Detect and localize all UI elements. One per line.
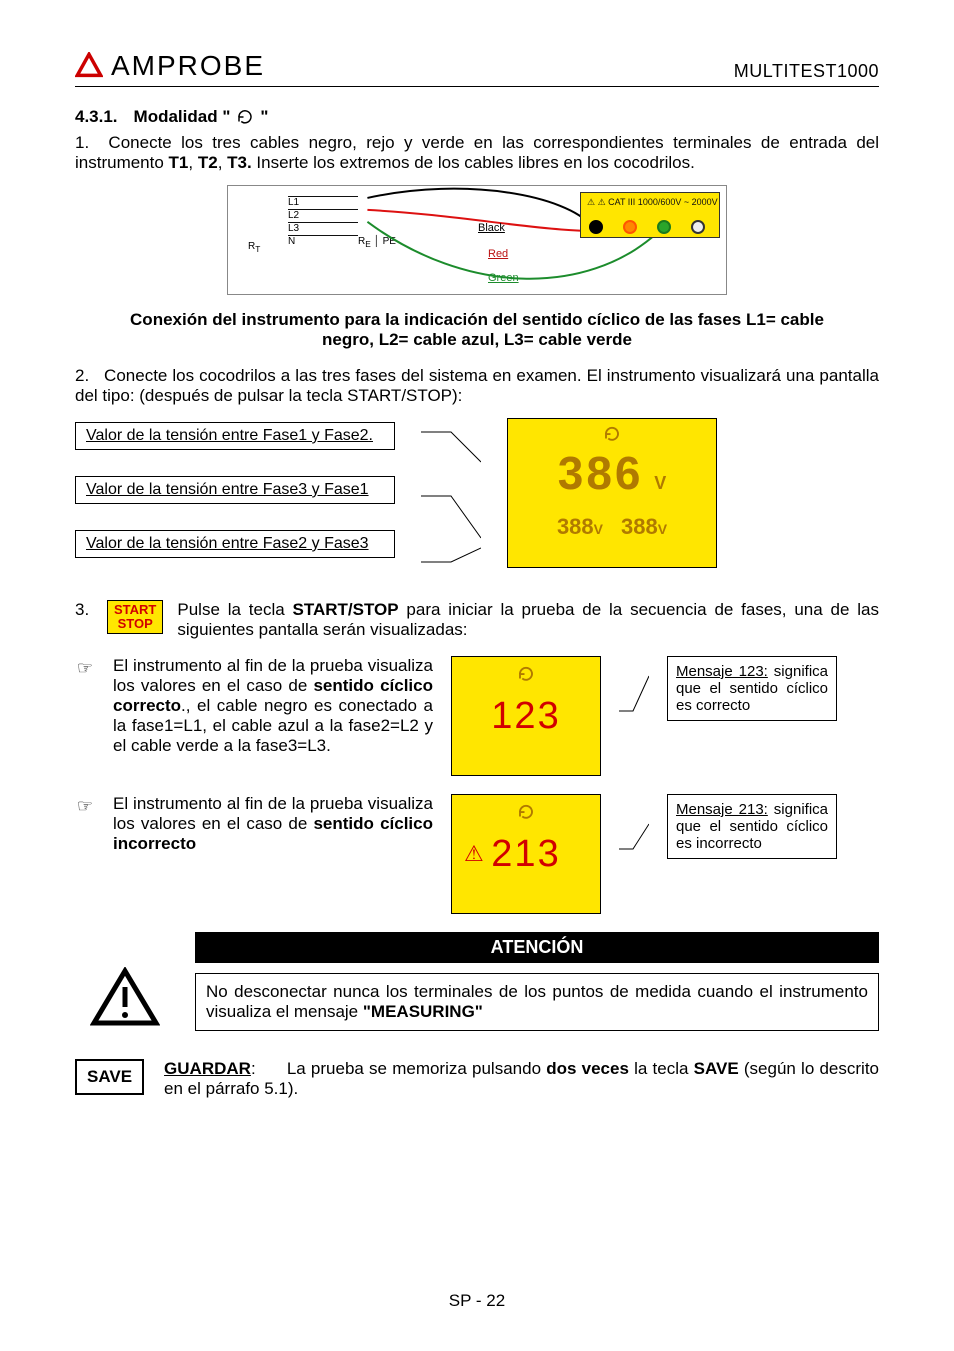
connector-123 (619, 656, 649, 776)
terminal-t1: T1 (169, 153, 189, 172)
lcd-v23: 388 (621, 514, 658, 539)
lcd-213-value: 213 (491, 833, 560, 876)
wire-label-green: Green (488, 272, 519, 284)
pointing-hand-icon-2: ☞ (75, 796, 95, 817)
msg-213-title: Mensaje 213: (676, 801, 768, 818)
lcd-u23: V (658, 521, 667, 537)
result-incorrect-text: El instrumento al fin de la prueba visua… (113, 794, 433, 854)
attention-section: ATENCIÓN No desconectar nunca los termin… (75, 932, 879, 1037)
wire-label-red: Red (488, 248, 508, 260)
label-v12-text: Valor de la tensión entre Fase1 y Fase2 (86, 427, 369, 444)
step-3-number: 3. (75, 600, 93, 620)
socket-t1-icon (589, 220, 603, 234)
save-colon: : (251, 1059, 256, 1078)
sep1: , (188, 153, 197, 172)
brand-text: AMPROBE (111, 50, 265, 82)
socket-t4-icon (691, 220, 705, 234)
attention-warning-icon (75, 967, 175, 1037)
step-2-number: 2. (75, 366, 99, 386)
voltage-block: Valor de la tensión entre Fase1 y Fase2.… (75, 418, 879, 578)
label-v23: Valor de la tensión entre Fase2 y Fase3 (75, 530, 395, 558)
socket-t2-icon (623, 220, 637, 234)
save-body-d: SAVE (694, 1059, 739, 1078)
label-v31: Valor de la tensión entre Fase3 y Fase1 (75, 476, 395, 504)
caption-line1a: Conexión del instrumento para la indicac… (130, 310, 746, 329)
attention-text: No desconectar nunca los terminales de l… (195, 973, 879, 1031)
section-title-prefix: Modalidad " (134, 107, 231, 127)
connector-213-icon (619, 794, 649, 914)
step-3-text-b: START/STOP (293, 600, 399, 619)
step-3-text-a: Pulse la tecla (177, 600, 292, 619)
device-panel: ⚠ ⚠ CAT III 1000/600V ~ 2000V (580, 192, 720, 238)
lcd-123-value: 123 (491, 695, 560, 738)
label-v12: Valor de la tensión entre Fase1 y Fase2. (75, 422, 395, 450)
attention-body: No desconectar nunca los terminales de l… (75, 967, 879, 1037)
step-3-text: Pulse la tecla START/STOP para iniciar l… (177, 600, 879, 640)
save-label: GUARDAR (164, 1059, 251, 1078)
lcd-123-cycle-icon (517, 665, 535, 688)
socket-t3-icon (657, 220, 671, 234)
lcd-big-value: 386 (558, 447, 644, 499)
result-correct-block: ☞ El instrumento al fin de la prueba vis… (75, 656, 879, 776)
lcd-123-display: 123 (451, 656, 601, 776)
result-correct-text: El instrumento al fin de la prueba visua… (113, 656, 433, 756)
message-123-box: Mensaje 123: significa que el sentido cí… (667, 656, 837, 721)
terminal-t3: T3. (227, 153, 252, 172)
step-3: 3. START STOP Pulse la tecla START/STOP … (75, 600, 879, 640)
save-row: SAVE GUARDAR: La prueba se memoriza puls… (75, 1059, 879, 1099)
attention-title: ATENCIÓN (195, 932, 879, 963)
lcd-cycle-icon (603, 425, 621, 448)
start-label: START (114, 603, 156, 617)
pointing-hand-icon: ☞ (75, 658, 95, 679)
step-1: 1. Conecte los tres cables negro, rejo y… (75, 133, 879, 173)
terminal-t2: T2 (198, 153, 218, 172)
lcd-u31: V (594, 521, 603, 537)
save-body-b: dos veces (546, 1059, 629, 1078)
lcd-big-unit: V (654, 473, 666, 493)
cycle-icon (236, 108, 254, 126)
message-213-box: Mensaje 213: significa que el sentido cí… (667, 794, 837, 859)
lcd-row2: 388V 388V (557, 514, 667, 540)
sep2: , (218, 153, 227, 172)
step-2-text: Conecte los cocodrilos a las tres fases … (75, 366, 879, 405)
section-number: 4.3.1. (75, 107, 118, 127)
connector-lines (421, 418, 481, 578)
save-body: GUARDAR: La prueba se memoriza pulsando … (164, 1059, 879, 1099)
step-1-number: 1. (75, 133, 99, 153)
caption-line1b: L1= cable (746, 310, 824, 329)
lcd-main-display: 386 V 388V 388V (507, 418, 717, 568)
lcd-213-display: ⚠ 213 (451, 794, 601, 914)
voltage-labels-column: Valor de la tensión entre Fase1 y Fase2.… (75, 418, 395, 558)
section-title-suffix: " (260, 107, 268, 127)
product-name: MULTITEST1000 (734, 61, 879, 82)
msg-123-title: Mensaje 123: (676, 663, 768, 680)
connector-lines-icon (421, 418, 481, 578)
attention-text-b: "MEASURING" (363, 1002, 483, 1021)
stop-label: STOP (114, 617, 156, 631)
save-body-a: La prueba se memoriza pulsando (287, 1059, 546, 1078)
device-warning-text: ⚠ ⚠ CAT III 1000/600V ~ 2000V (587, 197, 718, 208)
page-footer: SP - 22 (0, 1291, 954, 1311)
start-stop-button[interactable]: START STOP (107, 600, 163, 634)
attention-text-a: No desconectar nunca los terminales de l… (206, 982, 868, 1021)
connection-diagram-wrap: L1 L2 L3 N RT RE │ PE Black Red Green ⚠ … (75, 185, 879, 300)
connector-123-icon (619, 656, 649, 776)
save-button[interactable]: SAVE (75, 1059, 144, 1095)
brand-triangle-icon (75, 52, 103, 80)
connection-diagram: L1 L2 L3 N RT RE │ PE Black Red Green ⚠ … (227, 185, 727, 295)
lcd-v31: 388 (557, 514, 594, 539)
lcd-213-warning-icon: ⚠ (464, 841, 484, 867)
brand-logo: AMPROBE (75, 50, 265, 82)
caption-line2: negro, L2= cable azul, L3= cable verde (322, 330, 632, 349)
wire-label-black: Black (478, 222, 505, 234)
connector-213 (619, 794, 649, 914)
diagram-caption: Conexión del instrumento para la indicac… (115, 310, 839, 350)
result-incorrect-block: ☞ El instrumento al fin de la prueba vis… (75, 794, 879, 914)
section-title: 4.3.1. Modalidad " " (75, 107, 879, 127)
save-body-c: la tecla (629, 1059, 694, 1078)
step-1-text-b: Inserte los extremos de los cables libre… (252, 153, 695, 172)
page-header: AMPROBE MULTITEST1000 (75, 50, 879, 87)
lcd-213-cycle-icon (517, 803, 535, 826)
step-2: 2. Conecte los cocodrilos a las tres fas… (75, 366, 879, 406)
